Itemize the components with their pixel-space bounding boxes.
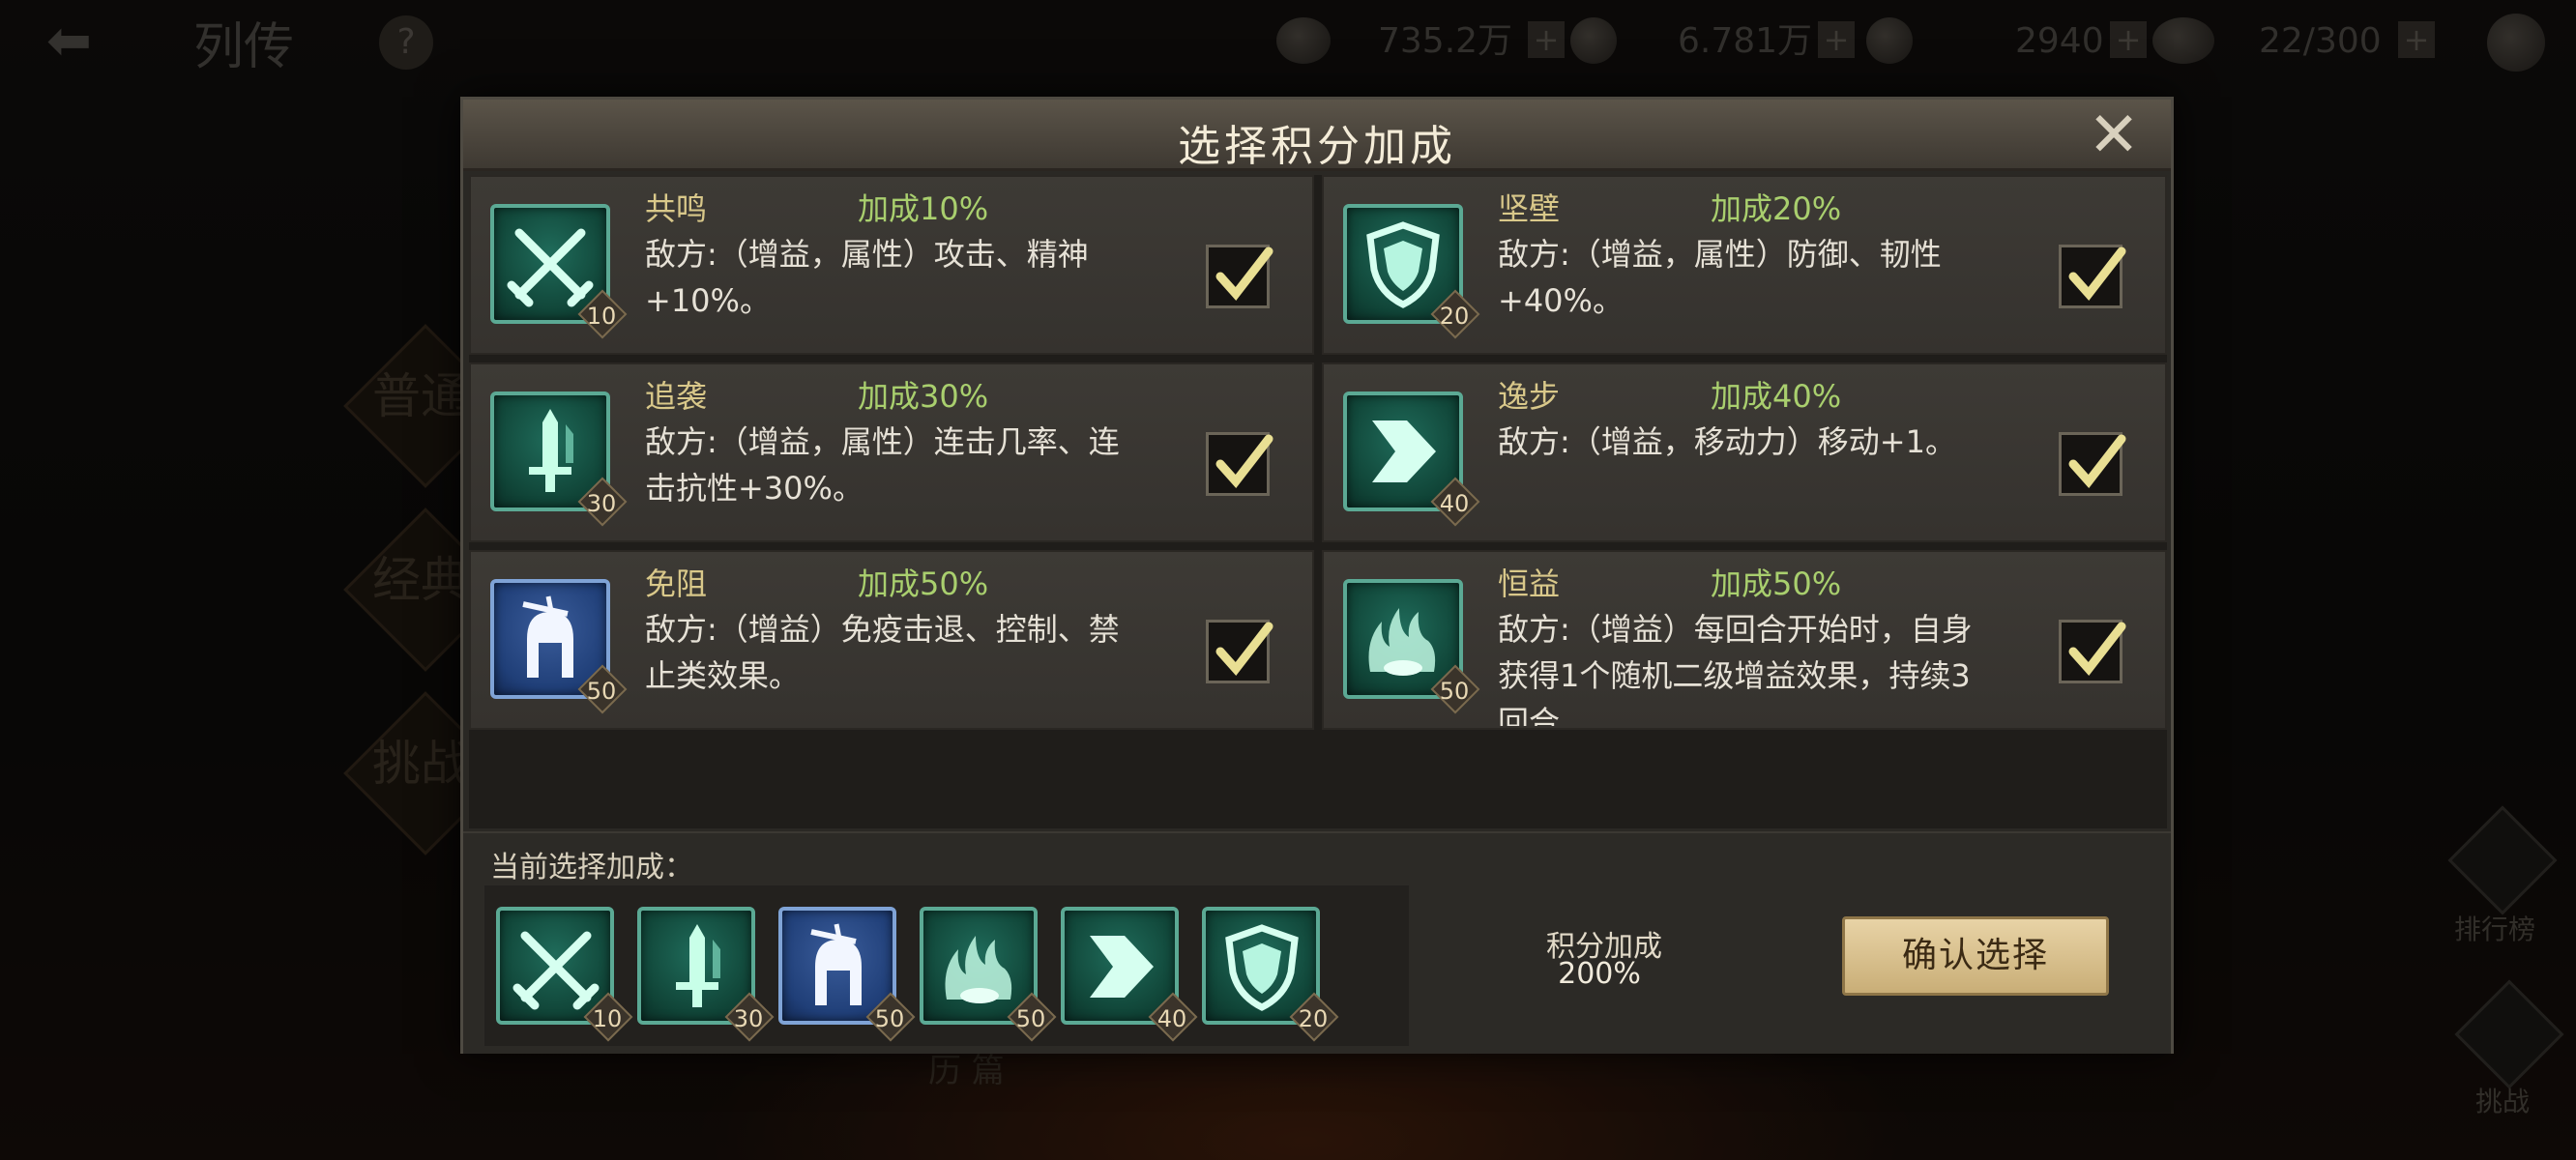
selection-summary: 当前选择加成： 10 30 50 50 40 20 积分加成 200% 确认选择 bbox=[463, 831, 2171, 1054]
selected-bonus-slot[interactable]: 10 bbox=[496, 907, 633, 1042]
level-badge-number: 50 bbox=[874, 1005, 905, 1032]
dialog-header: 选择积分加成 ✕ bbox=[463, 100, 2171, 171]
bonus-percent: 加成10% bbox=[858, 190, 989, 227]
bonus-description: 敌方:（增益，属性）攻击、精神+10%。 bbox=[645, 236, 1089, 319]
selected-bonus-slot[interactable]: 20 bbox=[1202, 907, 1339, 1042]
bonus-name: 免阻 bbox=[645, 566, 708, 602]
checkmark-icon bbox=[2068, 434, 2126, 489]
selected-bonus-slot[interactable]: 30 bbox=[637, 907, 775, 1042]
bonus-percent: 加成30% bbox=[858, 378, 989, 415]
bonus-percent: 加成50% bbox=[1711, 566, 1842, 602]
level-badge-number: 30 bbox=[586, 490, 617, 517]
bonus-card-swift-step[interactable]: 40 逸步 加成40% 敌方:（增益，移动力）移动+1。 bbox=[1322, 362, 2167, 542]
bonus-card-pursuit[interactable]: 30 追袭 加成30% 敌方:（增益，属性）连击几率、连击抗性+30%。 bbox=[469, 362, 1314, 542]
bonus-list: 10 共鸣 加成10% 敌方:（增益，属性）攻击、精神+10%。 20 坚壁 加… bbox=[469, 175, 2167, 828]
bonus-name: 追袭 bbox=[645, 378, 708, 415]
level-badge-number: 30 bbox=[733, 1005, 764, 1032]
bonus-percent: 加成40% bbox=[1711, 378, 1842, 415]
bonus-checkbox[interactable] bbox=[1206, 432, 1273, 496]
bonus-card-fortify[interactable]: 20 坚壁 加成20% 敌方:（增益，属性）防御、韧性+40%。 bbox=[1322, 175, 2167, 355]
bonus-description: 敌方:（增益，属性）防御、韧性+40%。 bbox=[1498, 236, 1942, 319]
selected-bonus-slot[interactable]: 40 bbox=[1061, 907, 1198, 1042]
level-badge-number: 20 bbox=[1298, 1005, 1329, 1032]
bonus-name: 恒益 bbox=[1498, 566, 1561, 602]
checkmark-icon bbox=[1215, 434, 1273, 489]
level-badge-number: 10 bbox=[592, 1005, 623, 1032]
dialog-title: 选择积分加成 bbox=[1178, 122, 1456, 171]
selected-bonus-slot[interactable]: 50 bbox=[920, 907, 1057, 1042]
level-badge-number: 50 bbox=[586, 678, 617, 705]
checkmark-icon bbox=[2068, 622, 2126, 677]
bonus-checkbox[interactable] bbox=[1206, 620, 1273, 683]
bonus-description: 敌方:（增益，属性）连击几率、连击抗性+30%。 bbox=[645, 423, 1120, 507]
level-badge-number: 40 bbox=[1439, 490, 1470, 517]
checkmark-icon bbox=[1215, 246, 1273, 302]
bonus-percent: 加成50% bbox=[858, 566, 989, 602]
bonus-name: 逸步 bbox=[1498, 378, 1561, 415]
score-bonus-dialog: 选择积分加成 ✕ 10 共鸣 加成10% 敌方:（增益，属性）攻击、精神+10%… bbox=[460, 97, 2174, 1054]
bonus-percent: 加成20% bbox=[1711, 190, 1842, 227]
bonus-description: 敌方:（增益）每回合开始时，自身获得1个随机二级增益效果，持续3回合 bbox=[1498, 611, 1973, 726]
checkmark-icon bbox=[1215, 622, 1273, 677]
selected-bonuses-label: 当前选择加成： bbox=[490, 851, 693, 884]
bonus-checkbox[interactable] bbox=[1206, 245, 1273, 308]
bonus-card-persistent-gain[interactable]: 50 恒益 加成50% 敌方:（增益）每回合开始时，自身获得1个随机二级增益效果… bbox=[1322, 550, 2167, 730]
bonus-checkbox[interactable] bbox=[2059, 245, 2126, 308]
bonus-description: 敌方:（增益，移动力）移动+1。 bbox=[1498, 423, 1956, 460]
bonus-description: 敌方:（增益）免疫击退、控制、禁止类效果。 bbox=[645, 611, 1120, 694]
confirm-selection-button[interactable]: 确认选择 bbox=[1842, 916, 2109, 996]
close-icon[interactable]: ✕ bbox=[2082, 103, 2146, 167]
selected-bonus-slot[interactable]: 50 bbox=[778, 907, 916, 1042]
level-badge-number: 40 bbox=[1156, 1005, 1187, 1032]
level-badge-number: 50 bbox=[1015, 1005, 1046, 1032]
bonus-card-resonance[interactable]: 10 共鸣 加成10% 敌方:（增益，属性）攻击、精神+10%。 bbox=[469, 175, 1314, 355]
level-badge-number: 20 bbox=[1439, 303, 1470, 330]
checkmark-icon bbox=[2068, 246, 2126, 302]
level-badge-number: 10 bbox=[586, 303, 617, 330]
level-badge-number: 50 bbox=[1439, 678, 1470, 705]
score-bonus-value: 200% bbox=[1558, 957, 1641, 991]
bonus-name: 坚壁 bbox=[1498, 190, 1561, 227]
bonus-name: 共鸣 bbox=[645, 190, 708, 227]
bonus-checkbox[interactable] bbox=[2059, 620, 2126, 683]
bonus-card-immunity[interactable]: 50 免阻 加成50% 敌方:（增益）免疫击退、控制、禁止类效果。 bbox=[469, 550, 1314, 730]
bonus-checkbox[interactable] bbox=[2059, 432, 2126, 496]
selected-bonuses-strip: 10 30 50 50 40 20 bbox=[484, 885, 1409, 1046]
